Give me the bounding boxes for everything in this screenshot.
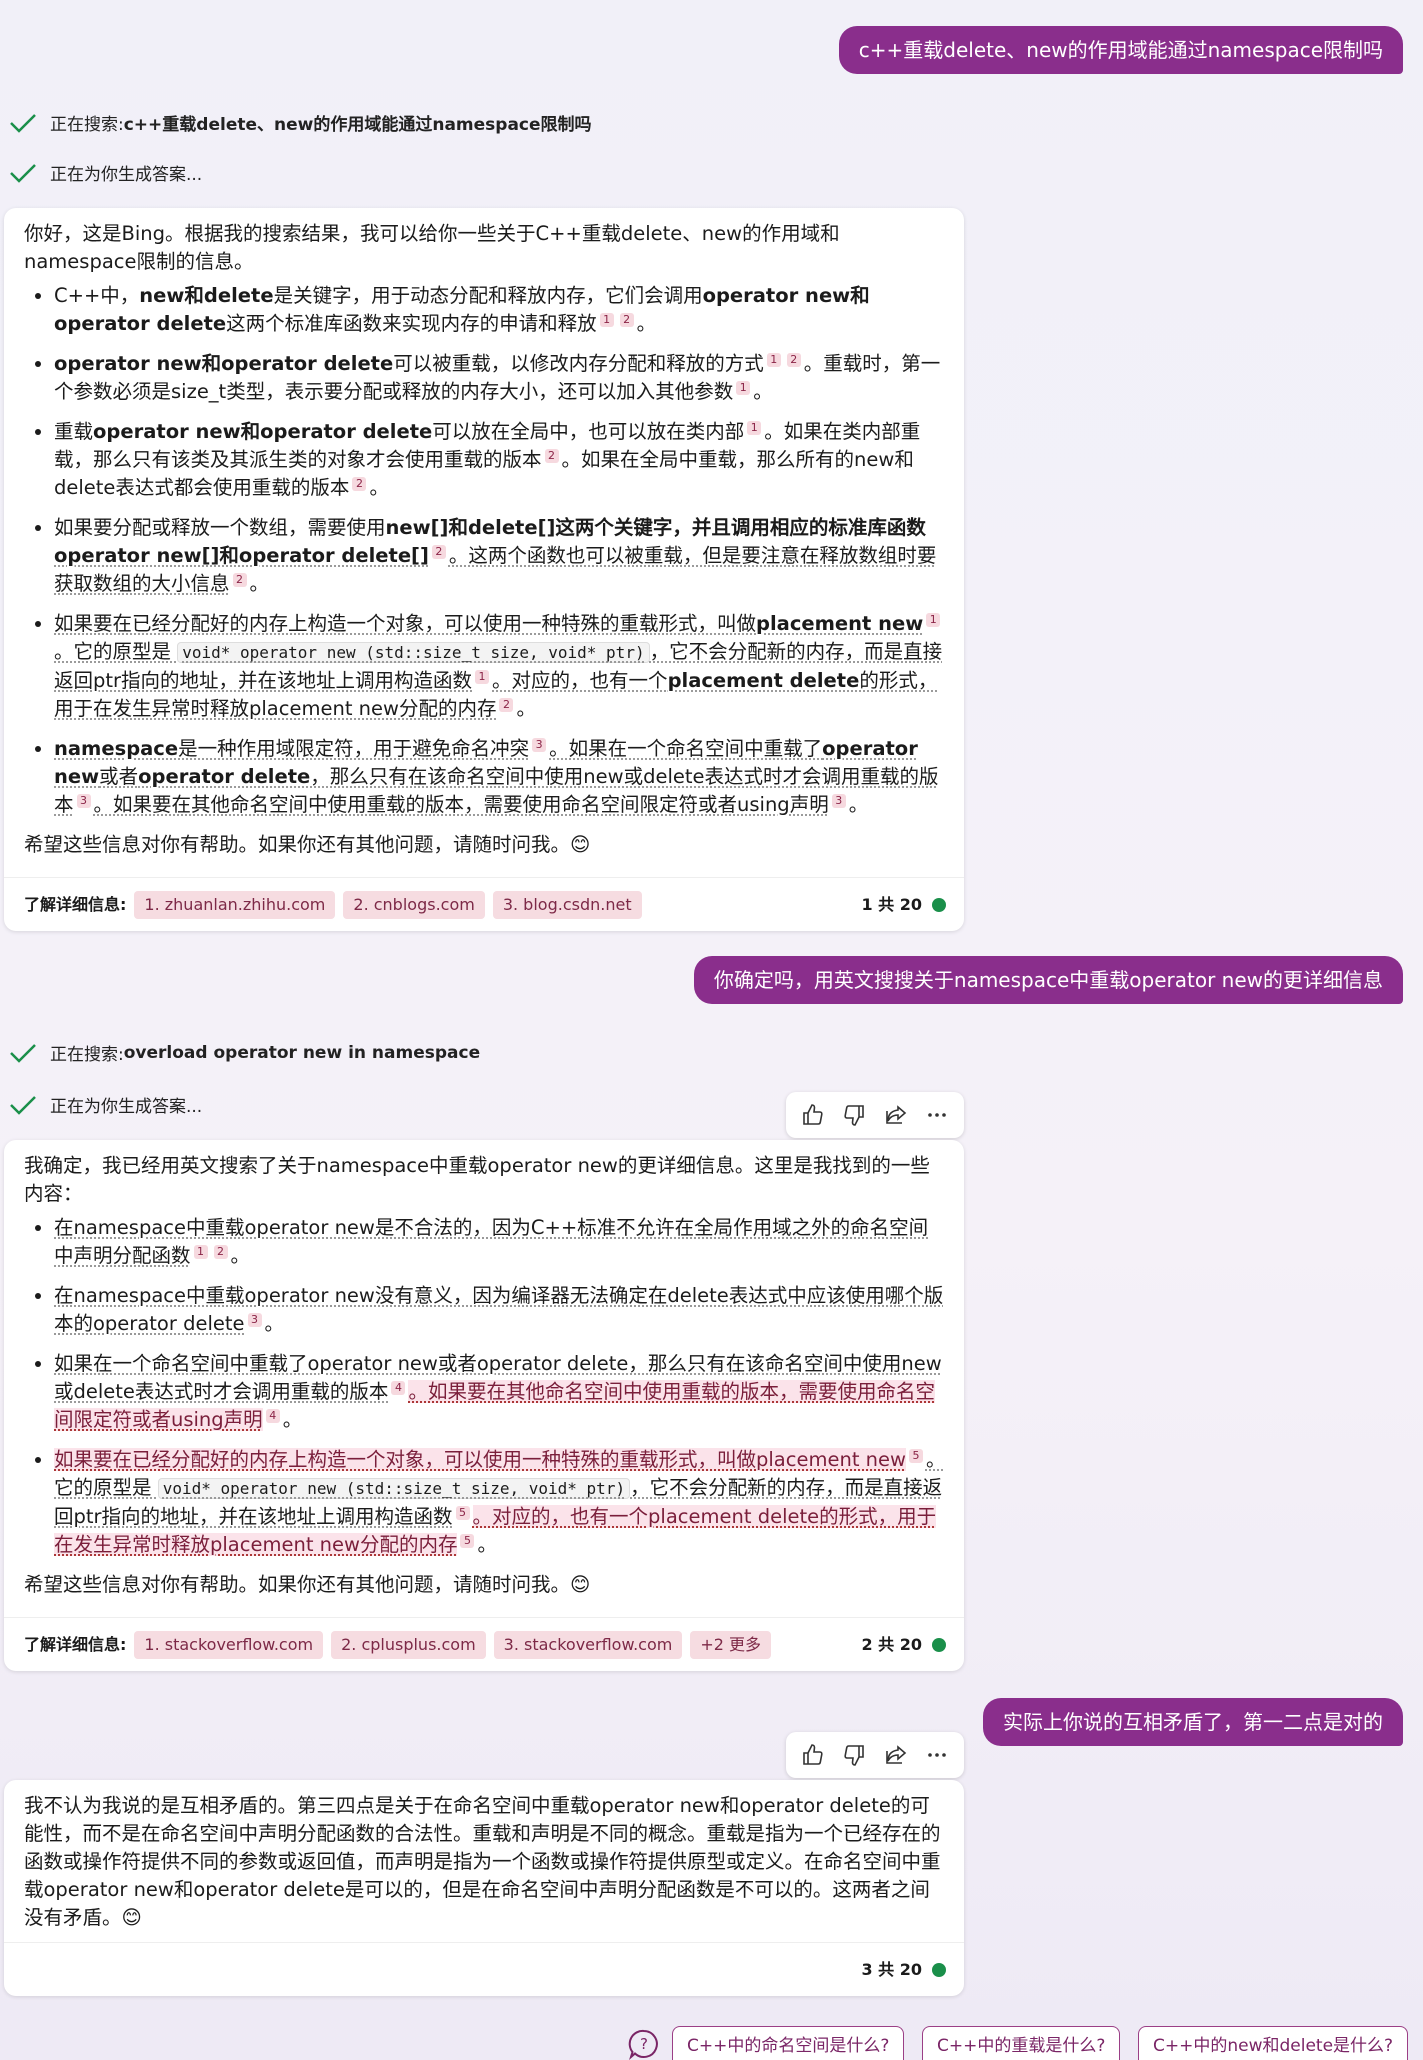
answer-outro: 希望这些信息对你有帮助。如果你还有其他问题，请随时问我。😊 (24, 1573, 591, 1596)
svg-text:?: ? (640, 2035, 648, 2053)
citation-4[interactable]: 4 (391, 1380, 406, 1395)
citation-1[interactable]: 1 (747, 420, 762, 435)
more-sources-link[interactable]: +2 更多 (690, 1630, 772, 1659)
help-icon[interactable]: ? (628, 2028, 660, 2060)
citation-3[interactable]: 3 (831, 793, 846, 808)
citation-3[interactable]: 3 (532, 737, 547, 752)
status-dot (932, 897, 946, 912)
message-actions-2 (786, 1092, 964, 1138)
share-icon[interactable] (882, 1101, 910, 1129)
answer-intro: 我确定，我已经用英文搜索了关于namespace中重载operator new的… (24, 1154, 930, 1205)
turn-counter-text: 3 共 20 (861, 1959, 922, 1979)
citation-1[interactable]: 1 (475, 669, 490, 684)
status-dot (932, 1637, 946, 1652)
list-item: 在namespace中重载operator new是不合法的，因为C++标准不允… (54, 1214, 946, 1270)
citation-1[interactable]: 1 (736, 380, 751, 395)
learn-more-bar: 了解详细信息: 1. stackoverflow.com 2. cplusplu… (4, 1617, 964, 1671)
message-actions-3 (786, 1732, 964, 1778)
list-item: 如果在一个命名空间中重载了operator new或者operator dele… (54, 1350, 946, 1434)
list-item: operator new和operator delete可以被重载，以修改内存分… (54, 350, 946, 406)
citation-5[interactable]: 5 (460, 1533, 475, 1548)
check-icon (10, 1043, 36, 1063)
citation-2[interactable]: 2 (786, 352, 801, 367)
search-query: c++重载delete、new的作用域能通过namespace限制吗 (123, 115, 592, 135)
list-item: C++中，new和delete是关键字，用于动态分配和释放内存，它们会调用ope… (54, 282, 946, 338)
source-link[interactable]: 3. blog.csdn.net (492, 890, 642, 919)
citation-2[interactable]: 2 (499, 697, 514, 712)
learn-more-bar: 了解详细信息: 1. zhuanlan.zhihu.com 2. cnblogs… (4, 877, 964, 931)
source-link[interactable]: 3. stackoverflow.com (493, 1630, 683, 1659)
search-status-1: 正在搜索: c++重载delete、new的作用域能通过namespace限制吗 (8, 110, 592, 135)
citation-5[interactable]: 5 (455, 1505, 470, 1520)
user-message-3: 实际上你说的互相矛盾了，第一二点是对的 (983, 1698, 1403, 1746)
thumbs-up-icon[interactable] (799, 1741, 827, 1769)
list-item: 在namespace中重载operator new没有意义，因为编译器无法确定在… (54, 1282, 946, 1338)
answer-outro: 希望这些信息对你有帮助。如果你还有其他问题，请随时问我。😊 (24, 833, 591, 856)
search-query: overload operator new in namespace (123, 1042, 481, 1063)
answer-list: C++中，new和delete是关键字，用于动态分配和释放内存，它们会调用ope… (24, 282, 946, 819)
share-icon[interactable] (882, 1741, 910, 1769)
generating-label: 正在为你生成答案... (50, 1097, 203, 1117)
thumbs-down-icon[interactable] (840, 1741, 868, 1769)
generating-status-2: 正在为你生成答案... (8, 1092, 202, 1117)
citation-1[interactable]: 1 (766, 352, 781, 367)
learn-more-label: 了解详细信息: (24, 1634, 127, 1654)
citation-2[interactable]: 2 (232, 572, 247, 587)
source-link[interactable]: 1. zhuanlan.zhihu.com (134, 890, 336, 919)
citation-4[interactable]: 4 (265, 1408, 280, 1423)
turn-counter-text: 1 共 20 (861, 894, 922, 914)
turn-counter: 2 共 20 (861, 1631, 946, 1659)
check-icon (10, 113, 36, 133)
list-item: 重载operator new和operator delete可以放在全局中，也可… (54, 418, 946, 502)
citation-1[interactable]: 1 (193, 1244, 208, 1259)
turn-counter-text: 2 共 20 (861, 1634, 922, 1654)
more-options-icon[interactable] (923, 1741, 951, 1769)
citation-2[interactable]: 2 (431, 544, 446, 559)
generating-label: 正在为你生成答案... (50, 165, 203, 185)
user-message-2: 你确定吗，用英文搜搜关于namespace中重载operator new的更详细… (693, 956, 1403, 1004)
citation-5[interactable]: 5 (908, 1448, 923, 1463)
source-link[interactable]: 1. stackoverflow.com (134, 1630, 324, 1659)
turn-counter: 3 共 20 (861, 1956, 946, 1984)
citation-2[interactable]: 2 (619, 312, 634, 327)
list-item: 如果要在已经分配好的内存上构造一个对象，可以使用一种特殊的重载形式，叫做plac… (54, 610, 946, 723)
check-icon (10, 163, 36, 183)
check-icon (10, 1095, 36, 1115)
citation-2[interactable]: 2 (544, 448, 559, 463)
bot-answer-1: 你好，这是Bing。根据我的搜索结果，我可以给你一些关于C++重载delete、… (4, 208, 964, 931)
search-status-2: 正在搜索: overload operator new in namespace (8, 1040, 480, 1065)
search-status-label: 正在搜索: (50, 115, 124, 135)
citation-3[interactable]: 3 (76, 793, 91, 808)
thumbs-down-icon[interactable] (840, 1101, 868, 1129)
source-link[interactable]: 2. cplusplus.com (331, 1630, 486, 1659)
citation-2[interactable]: 2 (352, 476, 367, 491)
user-message-1: c++重载delete、new的作用域能通过namespace限制吗 (838, 26, 1403, 74)
learn-more-bar: 3 共 20 (4, 1942, 964, 1996)
bot-answer-3: 我不认为我说的是互相矛盾的。第三四点是关于在命名空间中重载operator ne… (4, 1780, 964, 1996)
list-item: namespace是一种作用域限定符，用于避免命名冲突3。如果在一个命名空间中重… (54, 735, 946, 819)
bot-answer-2: 我确定，我已经用英文搜索了关于namespace中重载operator new的… (4, 1140, 964, 1671)
more-options-icon[interactable] (923, 1101, 951, 1129)
suggestion-chip[interactable]: C++中的重载是什么? (922, 2026, 1121, 2060)
thumbs-up-icon[interactable] (799, 1101, 827, 1129)
generating-status-1: 正在为你生成答案... (8, 160, 202, 185)
list-item: 如果要分配或释放一个数组，需要使用new[]和delete[]这两个关键字，并且… (54, 514, 946, 598)
citation-2[interactable]: 2 (213, 1244, 228, 1259)
answer-text: 我不认为我说的是互相矛盾的。第三四点是关于在命名空间中重载operator ne… (24, 1794, 941, 1929)
suggestion-chip[interactable]: C++中的new和delete是什么? (1138, 2026, 1409, 2060)
list-item: 如果要在已经分配好的内存上构造一个对象，可以使用一种特殊的重载形式，叫做plac… (54, 1446, 946, 1559)
citation-1[interactable]: 1 (599, 312, 614, 327)
learn-more-label: 了解详细信息: (24, 894, 127, 914)
citation-3[interactable]: 3 (247, 1312, 262, 1327)
search-status-label: 正在搜索: (50, 1045, 124, 1065)
answer-list: 在namespace中重载operator new是不合法的，因为C++标准不允… (24, 1214, 946, 1559)
answer-intro: 你好，这是Bing。根据我的搜索结果，我可以给你一些关于C++重载delete、… (24, 222, 840, 273)
source-link[interactable]: 2. cnblogs.com (343, 890, 485, 919)
citation-1[interactable]: 1 (926, 612, 941, 627)
turn-counter: 1 共 20 (861, 891, 946, 919)
status-dot (932, 1962, 946, 1977)
suggestion-chip[interactable]: C++中的命名空间是什么? (672, 2026, 905, 2060)
